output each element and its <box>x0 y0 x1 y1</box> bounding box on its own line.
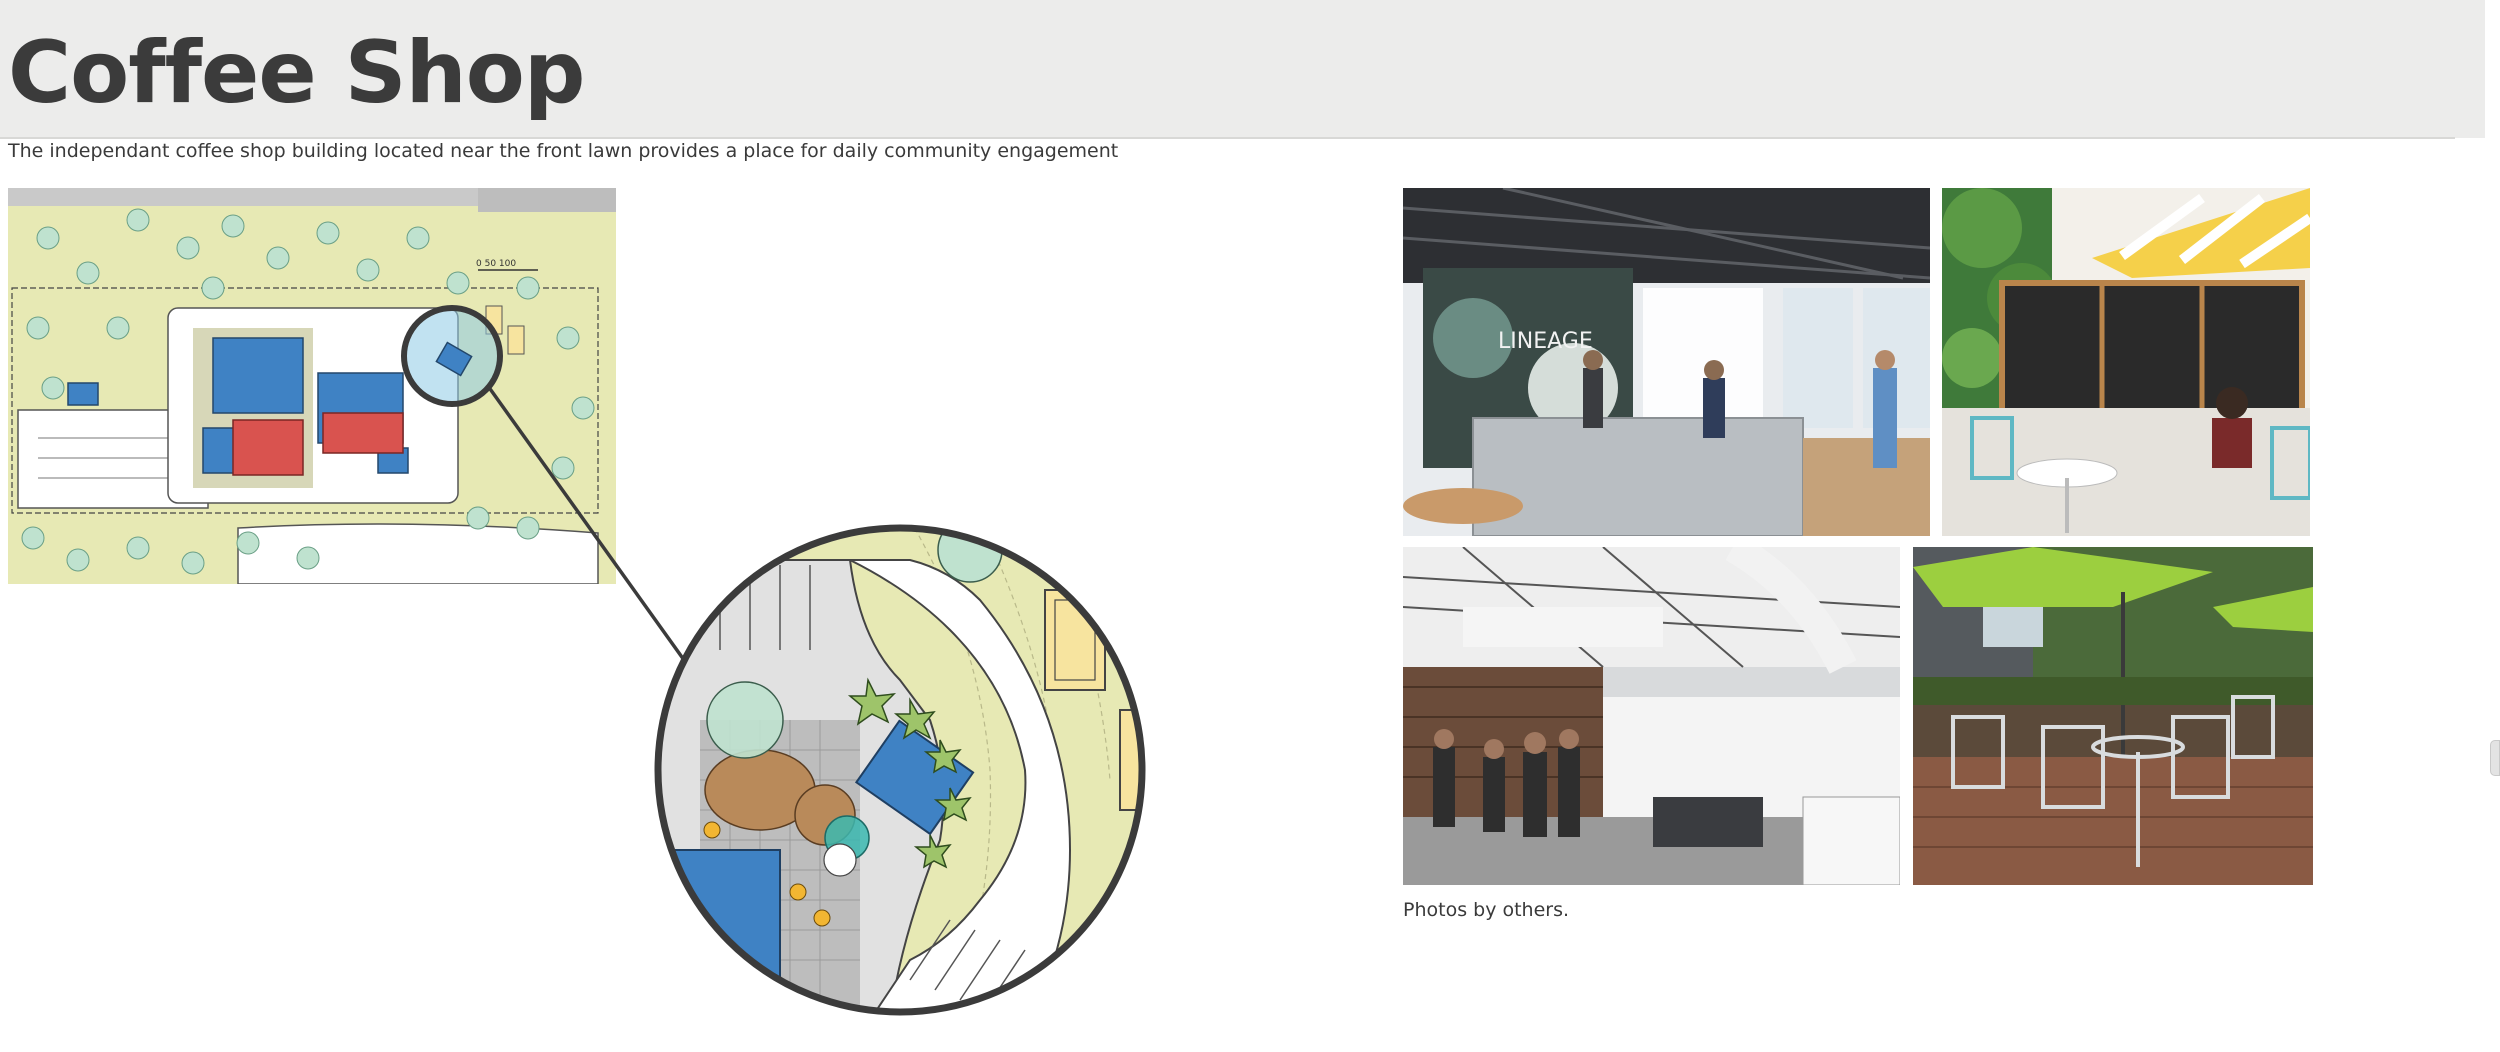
photo-walk-up-window-patio <box>1942 188 2310 536</box>
scale-bar-label: 0 50 100 <box>476 259 516 269</box>
coffee-shop-detail-zoom <box>650 520 1150 1020</box>
header-divider <box>0 137 2455 139</box>
photo-open-warehouse-cafe <box>1403 547 1900 885</box>
photo-credit-caption: Photos by others. <box>1403 899 1570 921</box>
page-title: Coffee Shop <box>8 23 585 123</box>
photo-outdoor-umbrella-seating <box>1913 547 2313 885</box>
photo-coffee-bar-interior: LINEAGE <box>1403 188 1930 536</box>
lineage-sign-text: LINEAGE <box>1498 329 1593 354</box>
scroll-handle[interactable] <box>2490 740 2500 776</box>
page-subtitle: The independant coffee shop building loc… <box>8 140 1119 162</box>
site-plan-image: 0 50 100 <box>8 188 616 584</box>
